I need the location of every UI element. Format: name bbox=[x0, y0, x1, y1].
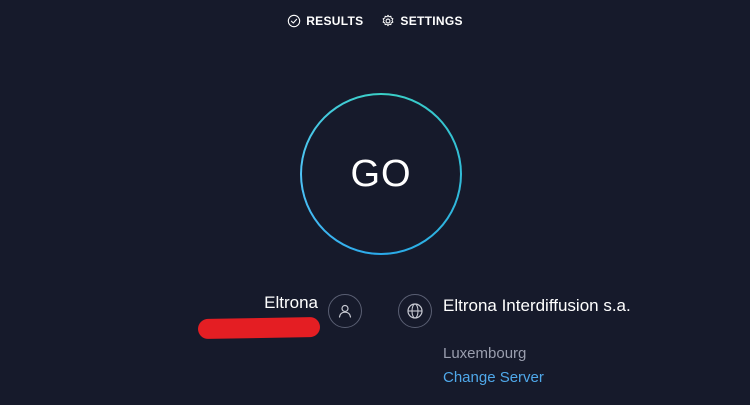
user-icon bbox=[338, 304, 352, 318]
settings-label: SETTINGS bbox=[400, 14, 463, 28]
check-circle-icon bbox=[287, 14, 301, 28]
user-icon-button[interactable] bbox=[328, 294, 362, 328]
go-button[interactable]: GO bbox=[302, 95, 460, 253]
go-button-ring: GO bbox=[300, 93, 462, 255]
isp-name: Eltrona bbox=[264, 293, 318, 312]
server-name: Eltrona Interdiffusion s.a. bbox=[443, 296, 631, 315]
go-button-label: GO bbox=[350, 152, 412, 195]
results-nav-link[interactable]: RESULTS bbox=[287, 14, 363, 28]
top-nav: RESULTS SETTINGS bbox=[0, 14, 750, 28]
globe-icon bbox=[407, 303, 423, 319]
results-label: RESULTS bbox=[306, 14, 364, 28]
settings-nav-link[interactable]: SETTINGS bbox=[381, 14, 463, 28]
go-button-wrapper: GO bbox=[300, 93, 462, 255]
server-location: Luxembourg bbox=[443, 345, 527, 362]
gear-icon bbox=[383, 14, 394, 27]
redaction-mark bbox=[197, 316, 321, 340]
globe-icon-button[interactable] bbox=[398, 294, 432, 328]
change-server-link[interactable]: Change Server bbox=[443, 369, 544, 386]
